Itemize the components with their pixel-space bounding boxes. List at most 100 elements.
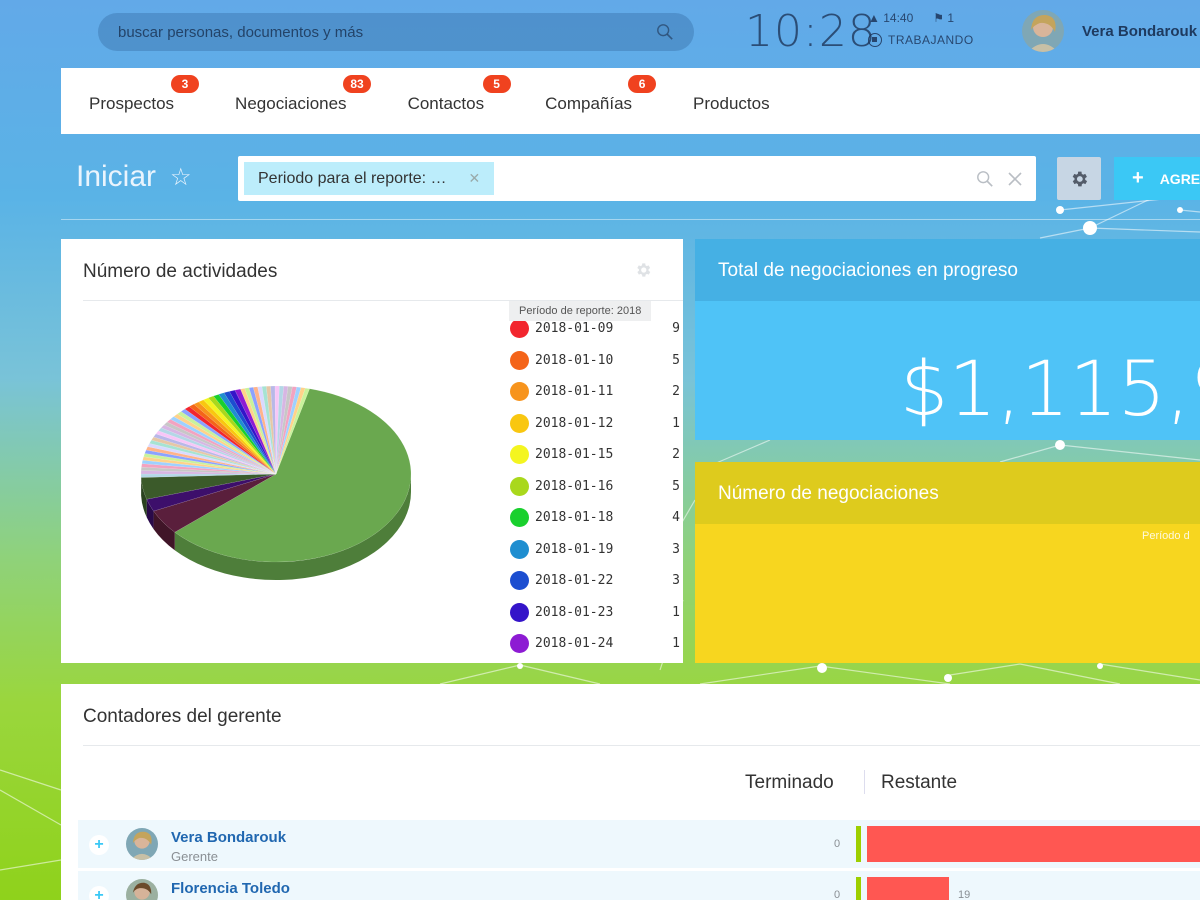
legend-swatch	[510, 350, 529, 370]
nav-label: Negociaciones	[235, 94, 347, 113]
activities-widget: Número de actividades Período de reporte…	[61, 239, 683, 663]
table-row[interactable]: + Florencia Toledo 0 19	[78, 871, 1200, 900]
manager-counters-widget: Contadores del gerente Terminado Restant…	[61, 684, 1200, 900]
activities-pie-chart[interactable]	[121, 379, 481, 609]
column-header-remaining: Restante	[881, 772, 958, 793]
legend-entry[interactable]: 2018-01-19 3	[510, 534, 680, 566]
legend-entry[interactable]: 2018-01-16 5	[510, 471, 680, 503]
legend-entry[interactable]: 2018-01-15 2	[510, 439, 680, 471]
filter-chip[interactable]: Periodo para el reporte: … ✕	[244, 162, 495, 195]
done-bar	[856, 877, 861, 900]
legend-value: 1	[672, 636, 680, 652]
plus-icon: +	[1132, 167, 1144, 189]
page-title-text: Iniciar	[76, 160, 157, 193]
crm-nav: Prospectos 3 Negociaciones 83 Contactos …	[61, 68, 1200, 134]
close-icon[interactable]: ✕	[469, 170, 481, 187]
remaining-bar	[867, 826, 1200, 862]
legend-entry[interactable]: 2018-01-22 3	[510, 565, 680, 597]
count-badge: 5	[482, 75, 511, 93]
done-count: 0	[834, 889, 841, 900]
nav-item-productos[interactable]: Productos	[693, 94, 770, 134]
legend-value: 3	[672, 573, 680, 589]
global-search-input[interactable]	[118, 23, 656, 41]
nav-label: Contactos	[407, 94, 485, 113]
add-button[interactable]: + AGRE	[1114, 157, 1200, 200]
nav-item-companias[interactable]: Compañías 6	[545, 75, 657, 134]
legend-entry[interactable]: 2018-01-23 1	[510, 597, 680, 629]
legend-value: 2	[672, 447, 680, 463]
manager-name[interactable]: Florencia Toledo	[171, 880, 290, 897]
clock[interactable]: 10:28	[745, 6, 877, 57]
manager-role: Gerente	[171, 849, 218, 864]
filter-chip-label: Periodo para el reporte: …	[258, 169, 447, 187]
count-badge: 3	[171, 75, 199, 93]
expand-icon[interactable]: +	[89, 835, 109, 855]
column-header-done: Terminado	[745, 772, 834, 793]
avatar	[126, 879, 158, 900]
done-count: 0	[834, 838, 841, 850]
widget-title: Número de actividades	[83, 261, 278, 282]
nav-item-prospectos[interactable]: Prospectos 3	[89, 75, 199, 134]
legend-entry[interactable]: 2018-01-10 5	[510, 345, 680, 377]
manager-name[interactable]: Vera Bondarouk	[171, 829, 286, 846]
divider	[83, 745, 1200, 746]
legend-swatch	[510, 476, 529, 496]
legend-label: 2018-01-09	[535, 321, 614, 337]
clear-icon[interactable]	[1008, 171, 1022, 186]
widget-title: Contadores del gerente	[83, 706, 282, 727]
gear-icon[interactable]	[634, 261, 652, 279]
avatar[interactable]	[1022, 10, 1064, 52]
table-row[interactable]: + Vera Bondarouk Gerente 0	[78, 820, 1200, 868]
widget-title: Total de negociaciones en progreso	[695, 239, 1200, 301]
legend-value: 2	[672, 384, 680, 400]
legend-swatch	[510, 413, 529, 433]
count-badge: 6	[628, 75, 657, 93]
gear-icon	[1072, 171, 1088, 186]
add-button-label: AGRE	[1159, 170, 1200, 187]
legend-entry[interactable]: 2018-01-18 4	[510, 502, 680, 534]
column-divider	[864, 770, 865, 794]
search-icon[interactable]	[976, 170, 994, 188]
legend-swatch	[510, 382, 529, 402]
bell-icon: ▲	[868, 11, 880, 25]
legend-entry[interactable]: 2018-01-11 2	[510, 376, 680, 408]
filter-search-box[interactable]: Periodo para el reporte: … ✕	[238, 156, 1036, 201]
legend-label: 2018-01-24	[535, 636, 614, 652]
user-name[interactable]: Vera Bondarouk	[1082, 23, 1197, 40]
legend-value: 3	[672, 541, 680, 557]
period-label: Período d	[1142, 530, 1190, 542]
nav-item-negociaciones[interactable]: Negociaciones 83	[235, 75, 372, 134]
work-status[interactable]: TRABAJANDO	[868, 33, 974, 47]
global-search-bar[interactable]	[98, 13, 694, 51]
alarm-indicator[interactable]: ▲ 14:40	[868, 11, 913, 25]
done-bar	[856, 826, 861, 862]
legend-value: 5	[672, 478, 680, 494]
stop-icon	[868, 33, 882, 47]
flag-indicator[interactable]: ⚑ 1	[933, 11, 954, 25]
report-period-tooltip: Período de reporte: 2018	[509, 301, 652, 321]
divider	[61, 219, 1200, 220]
legend-swatch	[510, 508, 529, 528]
settings-button[interactable]	[1057, 157, 1101, 200]
work-status-label: TRABAJANDO	[888, 33, 974, 47]
total-amount: $1,115,9	[900, 344, 1200, 433]
remaining-count: 19	[958, 889, 971, 900]
search-icon[interactable]	[656, 23, 674, 41]
flag-count: 1	[947, 11, 955, 25]
expand-icon[interactable]: +	[89, 886, 109, 900]
avatar-image	[126, 828, 158, 860]
total-deals-widget: Total de negociaciones en progreso $1,11…	[695, 239, 1200, 440]
star-icon[interactable]: ☆	[170, 163, 192, 192]
avatar	[126, 828, 158, 860]
clock-meta: ▲ 14:40 ⚑ 1 TRABAJANDO	[868, 11, 974, 47]
legend-label: 2018-01-19	[535, 541, 614, 557]
legend-swatch	[510, 571, 529, 591]
pie-legend: 2018-01-09 9 2018-01-10 5 2018-01-11 2 2018-01…	[510, 313, 680, 660]
nav-item-contactos[interactable]: Contactos 5	[407, 75, 511, 134]
avatar-image	[126, 879, 158, 900]
remaining-bar	[867, 877, 949, 900]
legend-label: 2018-01-10	[535, 352, 614, 368]
legend-value: 9	[672, 321, 680, 337]
legend-entry[interactable]: 2018-01-12 1	[510, 408, 680, 440]
legend-entry[interactable]: 2018-01-24 1	[510, 628, 680, 660]
